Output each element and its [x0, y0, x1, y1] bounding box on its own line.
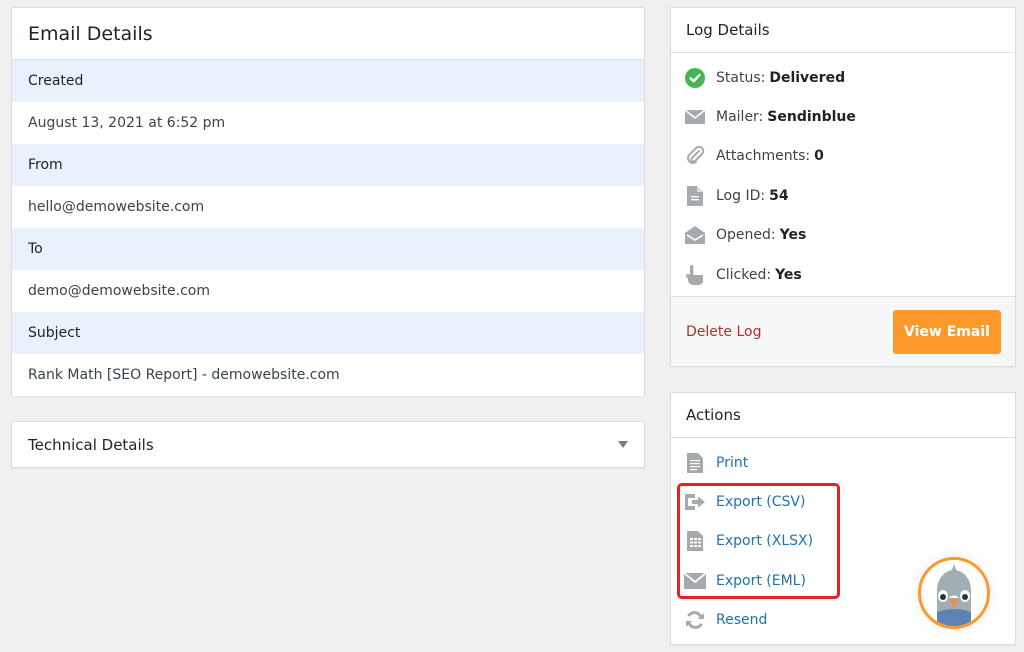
field-label-created: Created: [12, 60, 644, 102]
pigeon-mascot-icon: [937, 564, 971, 626]
mailer-value: Sendinblue: [767, 109, 856, 126]
check-circle-icon: [684, 67, 706, 88]
log-details-title: Log Details: [671, 8, 1015, 53]
spreadsheet-icon: [684, 531, 706, 552]
envelope-open-icon: [684, 225, 706, 245]
view-email-button[interactable]: View Email: [893, 309, 1001, 354]
attachments-label: Attachments:: [716, 148, 811, 165]
action-export-eml-label: Export (EML): [716, 572, 806, 589]
log-id-value: 54: [769, 187, 789, 204]
mailer-label: Mailer:: [716, 109, 764, 126]
field-value-from: hello@demowebsite.com: [12, 186, 644, 228]
technical-details-toggle[interactable]: Technical Details: [11, 421, 645, 468]
field-label-to: To: [12, 228, 644, 270]
field-value-created: August 13, 2021 at 6:52 pm: [12, 102, 644, 144]
field-label-from: From: [12, 144, 644, 186]
email-details-card: Email Details Created August 13, 2021 at…: [11, 7, 645, 396]
log-item-log-id: Log ID: 54: [671, 176, 1015, 215]
status-label: Status:: [716, 69, 766, 86]
status-value: Delivered: [769, 69, 846, 86]
log-details-card: Log Details Status: Delivered Mailer: Send…: [670, 7, 1016, 367]
caret-down-icon: [618, 441, 628, 448]
log-id-label: Log ID:: [716, 187, 766, 204]
action-export-xlsx[interactable]: Export (XLSX): [671, 522, 1015, 561]
pointer-hand-icon: [684, 264, 706, 285]
opened-value: Yes: [779, 227, 807, 244]
delete-log-link[interactable]: Delete Log: [686, 324, 761, 340]
field-label-subject: Subject: [12, 312, 644, 354]
envelope-icon: [684, 571, 706, 591]
email-details-title: Email Details: [12, 8, 644, 60]
log-item-opened: Opened: Yes: [671, 216, 1015, 255]
mascot-help-button[interactable]: [918, 557, 990, 629]
export-icon: [684, 492, 706, 512]
action-export-csv-label: Export (CSV): [716, 494, 806, 511]
log-item-status: Status: Delivered: [671, 58, 1015, 97]
action-print[interactable]: Print: [671, 443, 1015, 482]
action-resend-label: Resend: [716, 612, 768, 629]
refresh-icon: [684, 610, 706, 630]
actions-title: Actions: [671, 393, 1015, 438]
action-export-xlsx-label: Export (XLSX): [716, 533, 814, 550]
log-item-clicked: Clicked: Yes: [671, 255, 1015, 294]
clicked-value: Yes: [775, 266, 802, 283]
document-icon: [684, 185, 706, 206]
print-icon: [684, 452, 706, 473]
log-item-mailer: Mailer: Sendinblue: [671, 97, 1015, 136]
action-print-label: Print: [716, 454, 749, 471]
paperclip-icon: [684, 146, 706, 166]
technical-details-title: Technical Details: [28, 435, 154, 454]
field-value-subject: Rank Math [SEO Report] - demowebsite.com: [12, 354, 644, 396]
attachments-value: 0: [814, 148, 824, 165]
clicked-label: Clicked:: [716, 266, 772, 283]
log-item-attachments: Attachments: 0: [671, 137, 1015, 176]
action-export-csv[interactable]: Export (CSV): [671, 482, 1015, 521]
field-value-to: demo@demowebsite.com: [12, 270, 644, 312]
opened-label: Opened:: [716, 227, 776, 244]
envelope-icon: [684, 107, 706, 127]
log-details-footer: Delete Log View Email: [671, 296, 1015, 366]
